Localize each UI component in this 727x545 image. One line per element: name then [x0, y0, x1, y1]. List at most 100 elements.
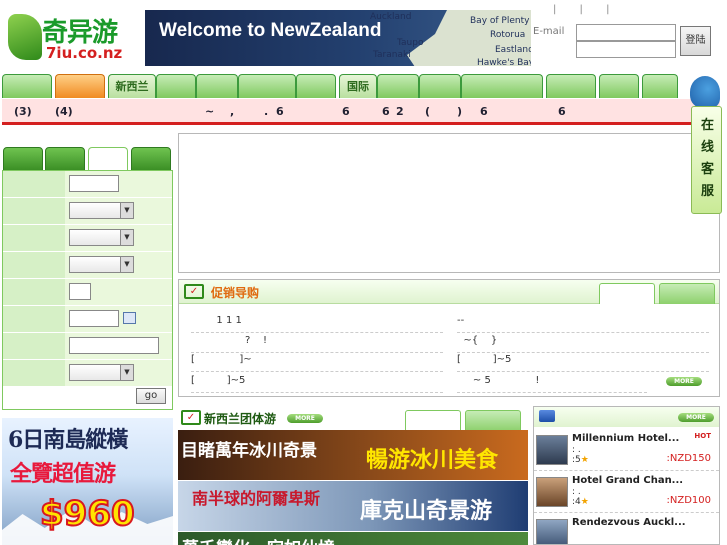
hotel-name[interactable]: Hotel Grand Chan... [572, 475, 683, 486]
search-row [3, 279, 172, 305]
tour-banner[interactable]: 萬千變化，宛如仙境 [178, 532, 528, 545]
text-input[interactable] [69, 175, 119, 192]
tour-banner-right: 暢游冰川美食 [366, 447, 499, 473]
star-icon: ★ [580, 455, 589, 465]
promo-item[interactable]: [ ]~5 [457, 354, 709, 372]
tour-banner[interactable]: 南半球的阿爾卑斯 庫克山奇景游 [178, 481, 528, 531]
promotions-header: ✓ 促销导购 [179, 280, 719, 304]
nav-tab[interactable] [461, 74, 543, 98]
group-tours-header: ✓ 新西兰团体游 MORE [178, 406, 528, 431]
promo-item[interactable]: 1 1 1 [191, 315, 443, 333]
field-label [3, 360, 65, 386]
search-panel: ▼ ▼ ▼ ▼ [2, 170, 173, 410]
hotel-item[interactable]: Millennium Hotel... : . :5★ :NZD150 HOT [534, 431, 719, 471]
nav-tab[interactable] [196, 74, 238, 98]
group-tours-panel: ✓ 新西兰团体游 MORE 目睹萬年冰川奇景 暢游冰川美食 南半球的阿爾卑斯 庫… [178, 406, 528, 545]
nav-tab-international[interactable]: 国际 [339, 74, 377, 98]
chevron-down-icon: ▼ [120, 203, 133, 218]
promotions-panel: ✓ 促销导购 1 1 1 ? ! [ ]~ [ ]~5 -- ~{ } [ ]~… [178, 279, 720, 397]
field-label [3, 171, 65, 197]
nav-tab-active[interactable] [55, 74, 105, 98]
hotel-thumbnail [536, 519, 568, 544]
tour-banner-left: 目睹萬年冰川奇景 [181, 441, 317, 461]
group-tours-title: 新西兰团体游 [204, 412, 277, 426]
top-links[interactable]: | | | [553, 4, 619, 15]
nav-tab[interactable] [642, 74, 678, 98]
ticker-item: ( [425, 105, 431, 118]
field-label [3, 306, 65, 332]
tours-tab[interactable] [465, 410, 521, 431]
nav-tab[interactable] [2, 74, 52, 98]
tours-more-button[interactable]: MORE [287, 414, 323, 423]
password-field[interactable] [576, 41, 676, 58]
login-button[interactable]: 登陆 [680, 26, 711, 56]
hotel-stars: :4★ [572, 497, 589, 507]
service-label: 在线客服 [700, 118, 714, 199]
chevron-down-icon: ▼ [120, 365, 133, 380]
field-label [3, 198, 65, 224]
tour-ad-banner[interactable]: 6日南島縱橫 全覽超值游 $960 [2, 418, 173, 545]
select-dropdown[interactable]: ▼ [69, 229, 134, 246]
hotel-item[interactable]: Hotel Grand Chan... : . :4★ :NZD100 [534, 473, 719, 513]
welcome-banner[interactable]: Welcome to NewZealand Auckland Bay of Pl… [145, 10, 531, 66]
hotel-thumbnail [536, 477, 568, 507]
ad-line2: 全覽超值游 [10, 461, 116, 487]
service-board: 在线客服 [691, 106, 722, 214]
tour-banner[interactable]: 目睹萬年冰川奇景 暢游冰川美食 [178, 430, 528, 480]
map-city-label: Rotorua [490, 30, 526, 40]
search-tab[interactable] [45, 147, 85, 171]
calendar-icon[interactable] [123, 312, 136, 324]
nav-tab[interactable] [377, 74, 419, 98]
online-service-widget[interactable]: 在线客服 [690, 76, 724, 216]
nav-tab-new-zealand[interactable]: 新西兰 [108, 74, 156, 98]
promo-tab-active[interactable] [599, 283, 655, 304]
nav-tab[interactable] [546, 74, 596, 98]
search-row [3, 306, 172, 332]
hotels-more-button[interactable]: MORE [678, 413, 714, 422]
site-logo[interactable]: 奇异游 7iu.co.nz [2, 8, 140, 66]
text-input[interactable] [69, 283, 91, 300]
map-city-label: Taranaki [373, 50, 411, 60]
hotel-icon [539, 410, 555, 422]
select-dropdown[interactable]: ▼ [69, 256, 134, 273]
field-label [3, 252, 65, 278]
search-tab-active[interactable] [88, 147, 128, 171]
nav-tab[interactable] [419, 74, 461, 98]
search-tab[interactable] [131, 147, 171, 171]
hotel-name[interactable]: Rendezvous Auckl... [572, 517, 686, 528]
ticker-item: . [264, 105, 269, 118]
ticker-item: ) [457, 105, 463, 118]
hotel-item[interactable]: Rendezvous Auckl... [534, 515, 719, 544]
field-label [3, 333, 65, 359]
nav-tab[interactable] [238, 74, 296, 98]
nav-tab[interactable] [296, 74, 336, 98]
field-label [3, 279, 65, 305]
main-nav: 新西兰 国际 [2, 74, 720, 98]
date-input[interactable] [69, 310, 119, 327]
search-go-button[interactable]: go [136, 388, 166, 404]
promo-tab[interactable] [659, 283, 715, 304]
news-ticker[interactable]: (3) (4) ~ , . 6 6 6 2 ( ) 6 6 [2, 99, 720, 125]
email-field[interactable] [576, 24, 676, 41]
promo-item[interactable]: -- [457, 315, 709, 333]
promo-more-button[interactable]: MORE [666, 377, 702, 386]
promo-item[interactable]: ~{ } [457, 335, 709, 353]
promo-item[interactable]: ? ! [191, 335, 443, 353]
search-row [3, 171, 172, 197]
promo-item[interactable]: [ ]~ [191, 354, 443, 372]
promo-item[interactable]: ~ 5 ! [457, 375, 647, 393]
hotel-name[interactable]: Millennium Hotel... [572, 433, 679, 444]
select-dropdown[interactable]: ▼ [69, 202, 134, 219]
ticker-item: 2 [396, 105, 404, 118]
ticker-item: , [230, 105, 235, 118]
tours-tab-active[interactable] [405, 410, 461, 431]
search-tab[interactable] [3, 147, 43, 171]
promo-icon: ✓ [184, 284, 204, 299]
select-dropdown[interactable]: ▼ [69, 364, 134, 381]
promo-item[interactable]: [ ]~5 [191, 375, 443, 393]
text-input[interactable] [69, 337, 159, 354]
ticker-item: 6 [276, 105, 284, 118]
nav-tab[interactable] [156, 74, 196, 98]
nav-tab[interactable] [599, 74, 639, 98]
search-row: ▼ [3, 198, 172, 224]
